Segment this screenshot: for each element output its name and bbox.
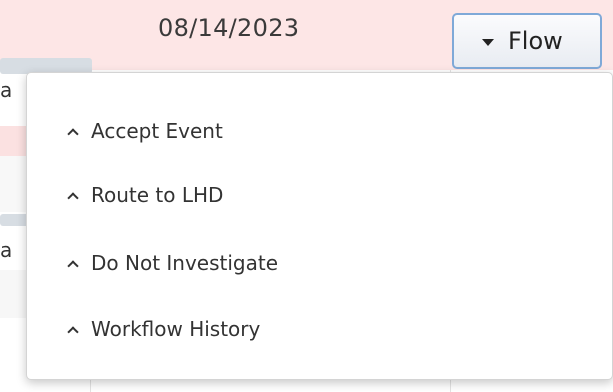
chevron-up-icon xyxy=(67,326,79,338)
date-cell: 08/14/2023 xyxy=(158,14,300,42)
menu-item-label: Route to LHD xyxy=(91,183,224,207)
chevron-up-icon xyxy=(67,128,79,140)
menu-item-route-to-lhd[interactable]: Route to LHD xyxy=(67,179,224,211)
flow-dropdown-menu: Accept Event Route to LHD Do Not Investi… xyxy=(26,72,613,380)
caret-down-icon xyxy=(482,38,494,46)
chevron-up-icon xyxy=(67,192,79,204)
partial-cell-text: a xyxy=(0,238,13,262)
menu-item-accept-event[interactable]: Accept Event xyxy=(67,115,223,147)
partial-cell-text: a xyxy=(0,78,13,102)
flow-button[interactable]: Flow xyxy=(452,13,602,69)
chevron-up-icon xyxy=(67,260,79,272)
menu-item-label: Do Not Investigate xyxy=(91,251,279,275)
menu-item-label: Workflow History xyxy=(91,317,261,341)
menu-item-workflow-history[interactable]: Workflow History xyxy=(67,313,261,345)
menu-item-label: Accept Event xyxy=(91,119,223,143)
flow-button-label: Flow xyxy=(508,27,563,55)
menu-item-do-not-investigate[interactable]: Do Not Investigate xyxy=(67,247,279,279)
